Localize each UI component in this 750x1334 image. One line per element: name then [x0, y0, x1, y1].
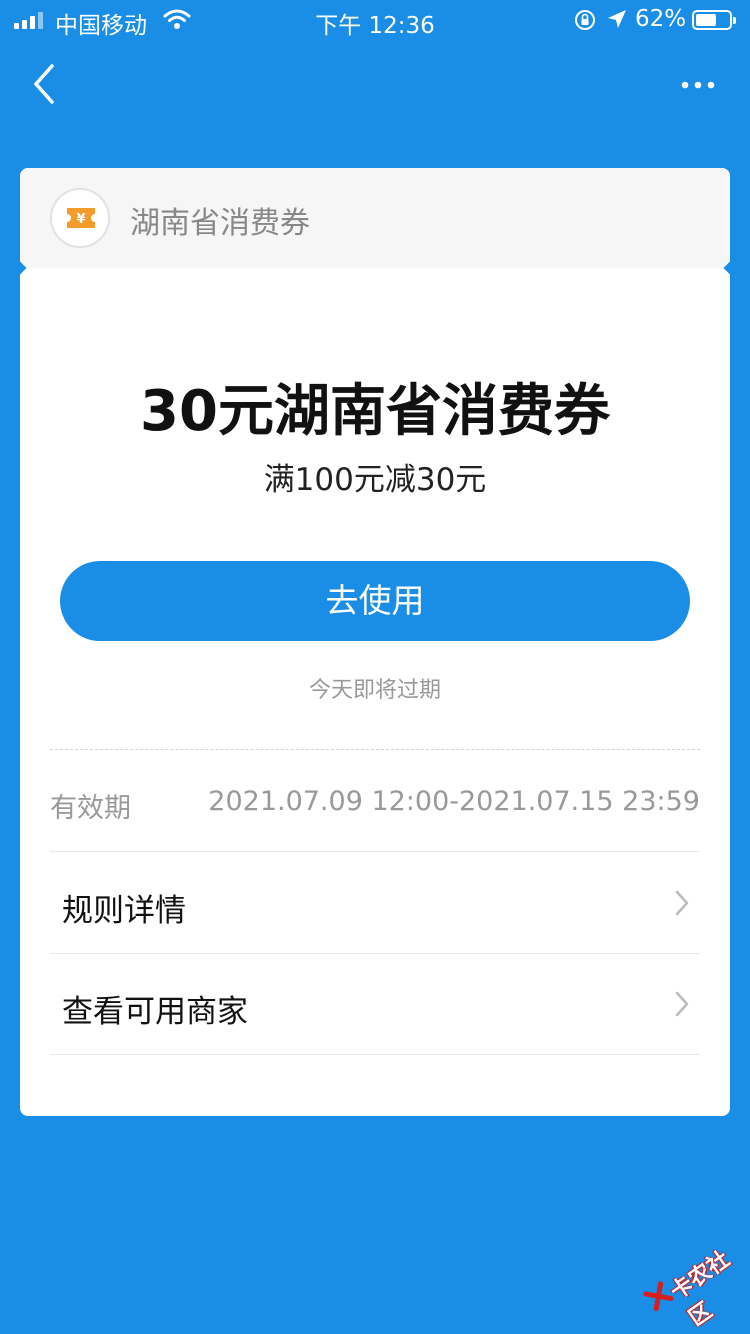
validity-row: 有效期 2021.07.09 12:00-2021.07.15 23:59 [50, 752, 700, 852]
watermark-text: 卡农社区 [666, 1246, 735, 1332]
coupon-logo: ¥ [50, 188, 110, 248]
back-button[interactable] [26, 62, 66, 106]
chevron-right-icon [675, 890, 689, 916]
rules-detail-label: 规则详情 [62, 893, 186, 929]
coupon-name: 30元湖南省消费券 [140, 379, 610, 444]
more-options-button[interactable] [678, 70, 718, 100]
use-coupon-button[interactable]: 去使用 [60, 561, 690, 641]
battery-icon [692, 10, 736, 30]
battery-percent: 62% [635, 6, 687, 32]
dashed-divider [50, 749, 700, 750]
card-header: ¥ 湖南省消费券 [20, 168, 730, 268]
card-header-title: 湖南省消费券 [130, 206, 310, 241]
available-merchants-row[interactable]: 查看可用商家 [50, 954, 700, 1055]
location-arrow-icon [606, 8, 628, 36]
ticket-yen-icon: ¥ [67, 208, 95, 228]
chevron-right-icon [675, 991, 689, 1017]
svg-text:¥: ¥ [76, 212, 85, 227]
rules-detail-row[interactable]: 规则详情 [50, 853, 700, 954]
watermark-logo: 卡农社区 [633, 1223, 750, 1332]
battery-level-fill [696, 14, 716, 26]
status-bar: 中国移动 下午 12:36 62% [0, 0, 750, 40]
coupon-card: ¥ 湖南省消费券 30元湖南省消费券 满100元减30元 去使用 今天即将过期 … [20, 168, 730, 1116]
validity-value: 2021.07.09 12:00-2021.07.15 23:59 [208, 786, 700, 817]
expiry-note: 今天即将过期 [308, 678, 441, 703]
available-merchants-label: 查看可用商家 [62, 994, 248, 1030]
more-dots-icon [681, 81, 715, 89]
validity-label: 有效期 [50, 793, 131, 824]
coupon-rule: 满100元减30元 [263, 462, 487, 498]
chevron-left-icon [34, 64, 54, 104]
rotation-lock-icon [574, 9, 596, 37]
